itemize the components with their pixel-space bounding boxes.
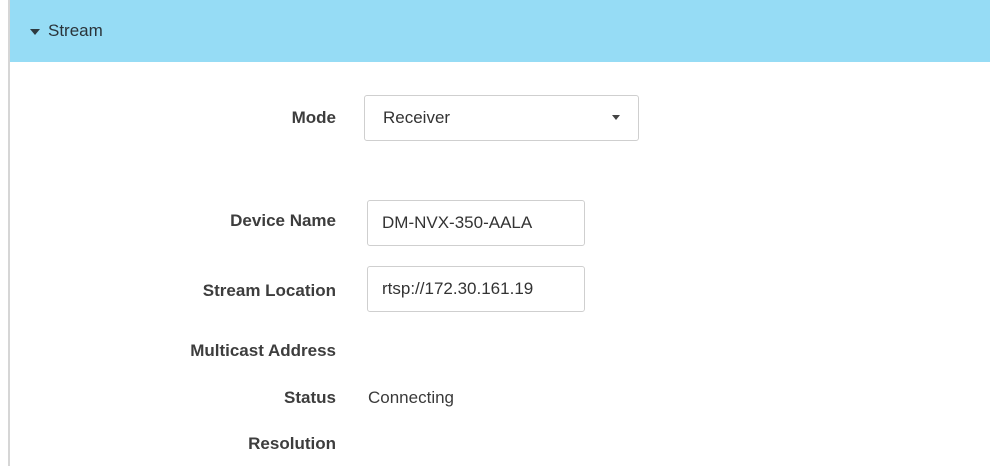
section-title: Stream: [48, 21, 103, 40]
status-value: Connecting: [368, 388, 455, 407]
stream-section-header[interactable]: Stream: [10, 0, 990, 62]
caret-down-icon: [30, 29, 40, 35]
device-name-input[interactable]: [367, 200, 585, 246]
mode-selected-value: Receiver: [383, 108, 451, 127]
mode-label: Mode: [291, 108, 336, 127]
stream-location-label: Stream Location: [202, 281, 336, 300]
chevron-down-icon: [612, 115, 620, 120]
stream-location-input[interactable]: [367, 266, 585, 312]
resolution-label: Resolution: [248, 434, 336, 453]
panel-left-border: [8, 0, 10, 466]
status-label: Status: [284, 388, 336, 407]
stream-settings-page: Stream Mode Receiver Device Name Stream …: [0, 0, 990, 466]
device-name-label: Device Name: [230, 211, 336, 230]
mode-select[interactable]: Receiver: [364, 95, 639, 141]
multicast-address-label: Multicast Address: [190, 341, 336, 360]
